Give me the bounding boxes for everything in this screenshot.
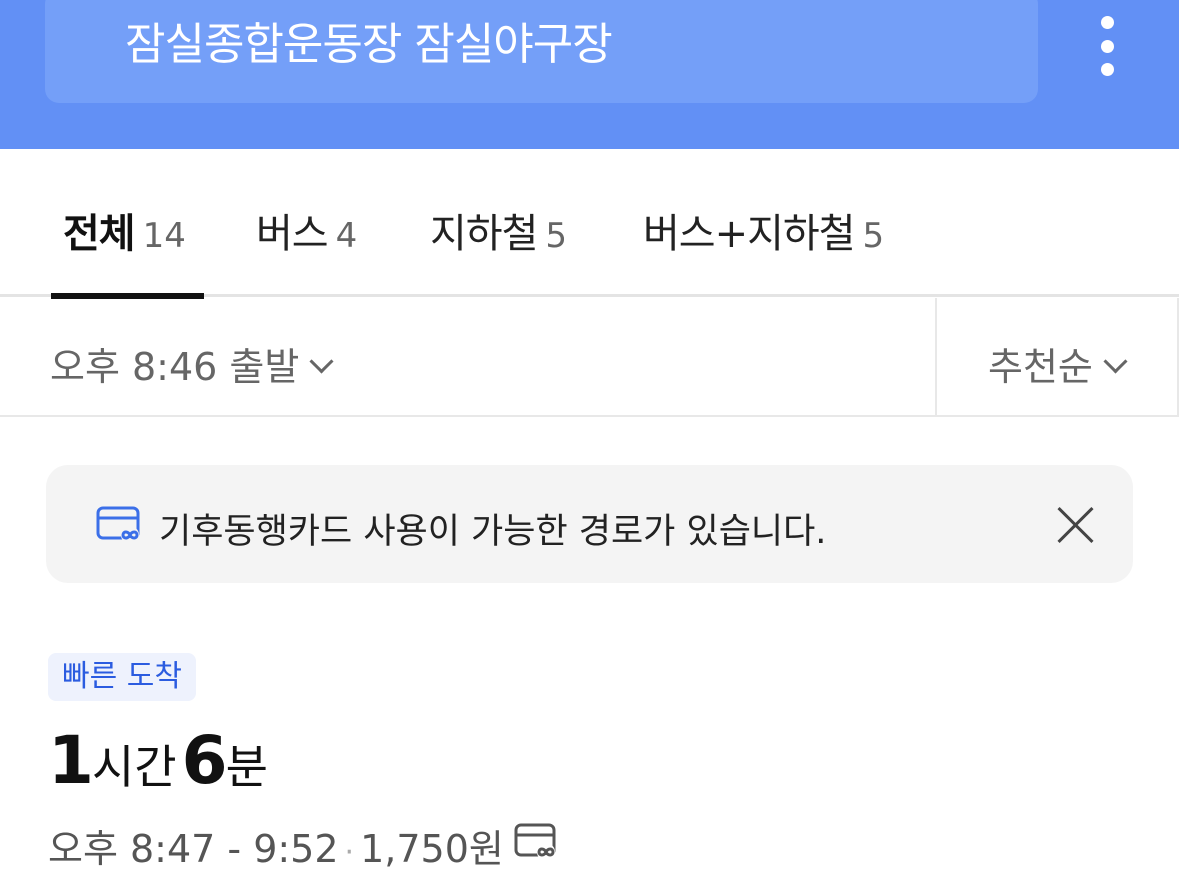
route-duration[interactable]: 1시간 6분	[48, 722, 268, 799]
tab-bus[interactable]: 버스 4	[256, 201, 357, 259]
tab-label: 버스+지하철	[643, 211, 856, 257]
destination-text: 잠실종합운동장 잠실야구장	[125, 19, 613, 70]
departure-time-selector[interactable]: 오후 8:46 출발	[50, 336, 334, 391]
departure-time-label: 오후 8:46 출발	[50, 345, 300, 389]
fare: 1,750원	[360, 827, 504, 871]
destination-search-box[interactable]: 잠실종합운동장 잠실야구장	[45, 0, 1038, 103]
climate-card-icon	[514, 823, 556, 861]
separator-dot: ·	[344, 835, 355, 870]
tab-count: 14	[142, 216, 186, 256]
tab-bus-subway[interactable]: 버스+지하철 5	[643, 201, 884, 259]
duration-minutes-unit: 분	[225, 740, 268, 794]
more-options-icon[interactable]	[1088, 12, 1128, 82]
tab-label: 전체	[63, 211, 136, 257]
fast-arrival-badge: 빠른 도착	[48, 653, 196, 701]
notice-text: 기후동행카드 사용이 가능한 경로가 있습니다.	[159, 512, 827, 552]
filter-divider	[935, 298, 937, 415]
chevron-down-icon	[309, 349, 334, 374]
time-range: 오후 8:47 - 9:52	[48, 827, 339, 871]
filter-bar: 오후 8:46 출발 추천순	[0, 298, 1179, 417]
sort-selector[interactable]: 추천순	[988, 336, 1128, 391]
duration-hours: 1	[48, 722, 94, 799]
sort-label: 추천순	[988, 345, 1093, 389]
climate-card-notice: 기후동행카드 사용이 가능한 경로가 있습니다.	[46, 465, 1133, 583]
more-dot	[1101, 40, 1114, 53]
tab-all[interactable]: 전체 14	[63, 201, 186, 259]
tab-label: 지하철	[430, 211, 538, 257]
transport-tabs: 전체 14 버스 4 지하철 5 버스+지하철 5	[0, 149, 1179, 297]
climate-card-icon	[96, 506, 140, 544]
more-dot	[1101, 16, 1114, 29]
tab-label: 버스	[256, 211, 329, 257]
tab-count: 5	[862, 216, 885, 256]
duration-hours-unit: 시간	[91, 740, 177, 794]
tab-count: 5	[545, 216, 568, 256]
duration-minutes: 6	[181, 722, 228, 799]
app-header: 잠실종합운동장 잠실야구장	[0, 0, 1179, 149]
tab-count: 4	[335, 216, 358, 256]
more-dot	[1101, 63, 1114, 76]
route-time-fare: 오후 8:47 - 9:52 · 1,750원	[48, 818, 504, 873]
close-icon[interactable]	[1052, 501, 1100, 549]
tab-subway[interactable]: 지하철 5	[430, 201, 567, 259]
chevron-down-icon	[1103, 349, 1128, 374]
